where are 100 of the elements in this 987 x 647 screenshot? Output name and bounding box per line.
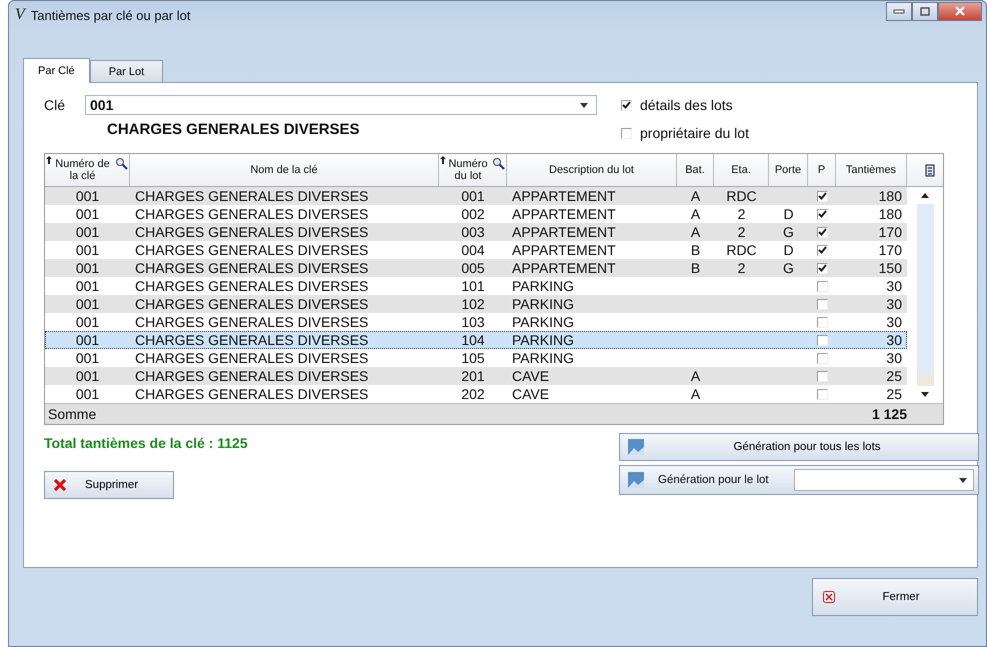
- close-icon: [823, 591, 835, 603]
- checkbox[interactable]: [816, 226, 828, 238]
- table-cell: APPARTEMENT: [512, 206, 616, 222]
- table-row[interactable]: 001 CHARGES GENERALES DIVERSES 001 APPARTEMENT A RDC 180: [45, 187, 907, 205]
- table-cell: 30: [886, 296, 902, 312]
- table-cell: A: [690, 188, 700, 204]
- checkbox[interactable]: [816, 244, 828, 256]
- table-cell: 003: [461, 224, 485, 240]
- table-cell: 002: [461, 206, 485, 222]
- table-cell: 25: [886, 368, 902, 384]
- column-header[interactable]: Porte: [769, 154, 808, 186]
- checkbox[interactable]: [816, 298, 828, 310]
- table-cell: 004: [461, 242, 485, 258]
- table-cell: 001: [76, 188, 100, 204]
- table-cell: A: [690, 386, 700, 402]
- scroll-track[interactable]: [916, 374, 934, 386]
- column-header[interactable]: Numéro de la clé: [45, 154, 130, 186]
- table-row[interactable]: 001 CHARGES GENERALES DIVERSES 202 CAVE A 25: [45, 385, 907, 403]
- table-cell: 101: [461, 278, 485, 294]
- scroll-down-icon[interactable]: [921, 392, 929, 397]
- table-cell: G: [783, 260, 794, 276]
- table-cell: APPARTEMENT: [512, 224, 616, 240]
- column-header[interactable]: Numéro du lot: [439, 154, 507, 186]
- table-cell: 2: [738, 224, 746, 240]
- column-header[interactable]: Eta.: [714, 154, 769, 186]
- table-row[interactable]: 001 CHARGES GENERALES DIVERSES 003 APPARTEMENT A 2 G 170: [45, 223, 907, 241]
- table-cell: A: [690, 206, 700, 222]
- table-row[interactable]: 001 CHARGES GENERALES DIVERSES 101 PARKING 30: [45, 277, 907, 295]
- tab[interactable]: Par Clé: [23, 58, 90, 83]
- key-dropdown[interactable]: 001: [85, 95, 598, 115]
- checkbox[interactable]: [816, 208, 828, 220]
- table-cell: 001: [76, 332, 100, 348]
- column-header[interactable]: Description du lot: [507, 154, 677, 186]
- table-cell: 103: [461, 314, 485, 330]
- table-cell: 105: [461, 350, 485, 366]
- delete-button[interactable]: Supprimer: [44, 471, 174, 499]
- table-cell: PARKING: [512, 314, 574, 330]
- checkbox[interactable]: [816, 316, 828, 328]
- table-cell: APPARTEMENT: [512, 242, 616, 258]
- table-cell: 005: [461, 260, 485, 276]
- table-cell: 25: [886, 386, 902, 402]
- table-row[interactable]: 001 CHARGES GENERALES DIVERSES 002 APPARTEMENT A 2 D 180: [45, 205, 907, 223]
- maximize-button[interactable]: [912, 2, 938, 20]
- total-text: Total tantièmes de la clé : 1125: [44, 435, 248, 451]
- dropdown-arrow-icon: [959, 478, 967, 482]
- table-cell: APPARTEMENT: [512, 260, 616, 276]
- tab[interactable]: Par Lot: [90, 60, 164, 82]
- column-header[interactable]: P: [808, 154, 836, 186]
- table-cell: CHARGES GENERALES DIVERSES: [135, 224, 368, 240]
- table-row[interactable]: 001 CHARGES GENERALES DIVERSES 105 PARKING 30: [45, 349, 907, 367]
- table-cell: 001: [76, 278, 100, 294]
- column-header[interactable]: Nom de la clé: [130, 154, 439, 186]
- table-row[interactable]: 001 CHARGES GENERALES DIVERSES 005 APPARTEMENT B 2 G 150: [45, 259, 907, 277]
- checkbox[interactable]: [621, 128, 632, 138]
- sort-icon: [440, 156, 446, 164]
- table-cell: 001: [76, 368, 100, 384]
- table-cell: CHARGES GENERALES DIVERSES: [135, 332, 368, 348]
- checkbox[interactable]: [816, 334, 828, 346]
- table-cell: 180: [878, 206, 902, 222]
- checkbox[interactable]: [816, 280, 828, 292]
- close-button[interactable]: [938, 2, 982, 20]
- scroll-up-icon[interactable]: [921, 193, 929, 198]
- table-cell: CHARGES GENERALES DIVERSES: [135, 368, 368, 384]
- generate-lot-button[interactable]: Génération pour le lot: [619, 465, 979, 495]
- table-cell: 2: [738, 206, 746, 222]
- table-cell: 001: [461, 188, 485, 204]
- column-chooser-icon[interactable]: [925, 164, 935, 176]
- table-cell: 102: [461, 296, 485, 312]
- table-cell: CHARGES GENERALES DIVERSES: [135, 242, 368, 258]
- table-cell: 001: [76, 386, 100, 402]
- table-cell: CHARGES GENERALES DIVERSES: [135, 296, 368, 312]
- table-row[interactable]: 001 CHARGES GENERALES DIVERSES 004 APPARTEMENT B RDC D 170: [45, 241, 907, 259]
- checkbox[interactable]: [816, 190, 828, 202]
- image-icon: [628, 439, 644, 455]
- sum-value: 1 125: [872, 406, 907, 422]
- table-cell: 001: [76, 260, 100, 276]
- minimize-icon: [893, 8, 905, 14]
- table-row[interactable]: 001 CHARGES GENERALES DIVERSES 104 PARKING 30: [45, 331, 907, 349]
- column-header[interactable]: Bat.: [677, 154, 714, 186]
- scroll-thumb[interactable]: [916, 204, 934, 374]
- checkbox[interactable]: [816, 262, 828, 274]
- column-header[interactable]: Tantièmes: [836, 154, 907, 186]
- table-cell: APPARTEMENT: [512, 188, 616, 204]
- checkbox[interactable]: [816, 352, 828, 364]
- checkbox[interactable]: [621, 100, 632, 110]
- table-row[interactable]: 001 CHARGES GENERALES DIVERSES 201 CAVE A 25: [45, 367, 907, 385]
- generate-all-button[interactable]: Génération pour tous les lots: [619, 433, 979, 461]
- table-row[interactable]: 001 CHARGES GENERALES DIVERSES 102 PARKING 30: [45, 295, 907, 313]
- table-cell: 180: [878, 188, 902, 204]
- table-cell: 30: [886, 314, 902, 330]
- checkbox[interactable]: [816, 388, 828, 400]
- table-row[interactable]: 001 CHARGES GENERALES DIVERSES 103 PARKING 30: [45, 313, 907, 331]
- table-cell: B: [690, 242, 700, 258]
- checkbox[interactable]: [816, 370, 828, 382]
- close-window-button[interactable]: Fermer: [812, 578, 978, 616]
- table-cell: 30: [886, 332, 902, 348]
- table-cell: 001: [76, 350, 100, 366]
- minimize-button[interactable]: [886, 2, 912, 20]
- table-cell: 150: [878, 260, 902, 276]
- table-cell: 001: [76, 206, 100, 222]
